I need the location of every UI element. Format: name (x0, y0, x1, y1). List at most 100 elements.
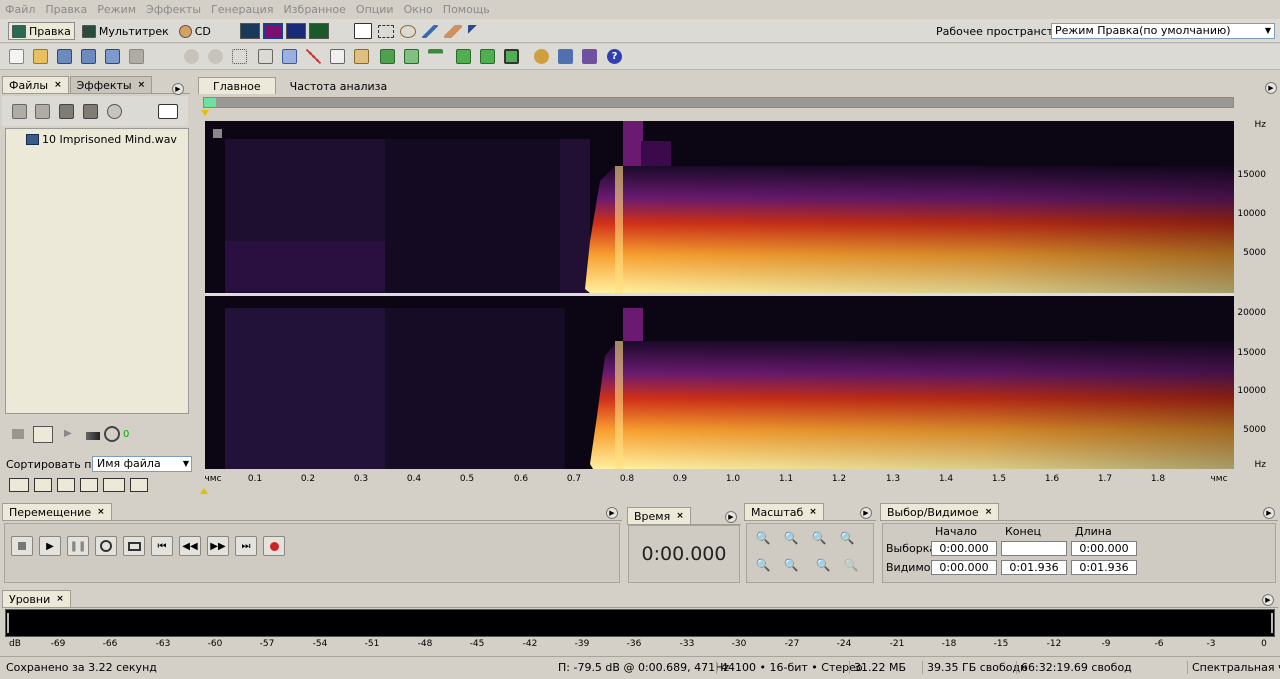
settings-icon[interactable] (534, 49, 549, 64)
autoplay-icon[interactable] (107, 104, 122, 119)
tab-levels[interactable]: Уровни × (2, 590, 71, 607)
menu-edit[interactable]: Правка (40, 3, 92, 16)
go-end-button[interactable]: ⏭ (235, 536, 257, 556)
redo-icon[interactable] (208, 49, 223, 64)
insert-multitrack-icon[interactable] (59, 104, 74, 119)
spectrogram[interactable] (205, 121, 1234, 469)
tab-files[interactable]: Файлы × (2, 76, 69, 93)
play-preview-icon[interactable]: ▶ (64, 428, 72, 439)
help-icon[interactable]: ? (607, 49, 622, 64)
close-icon[interactable]: × (809, 507, 817, 517)
visible-end-field[interactable]: 0:01.936 (1001, 560, 1067, 575)
close-icon[interactable]: × (985, 507, 993, 517)
go-start-button[interactable]: ⏮ (151, 536, 173, 556)
tab-time[interactable]: Время × (627, 507, 691, 524)
snap-icon[interactable] (404, 49, 419, 64)
filter-cd-icon[interactable] (130, 478, 148, 492)
save-all-icon[interactable] (105, 49, 120, 64)
zoom-right-edge-icon[interactable]: 🔍 (781, 556, 801, 574)
mix-paste-icon[interactable] (380, 49, 395, 64)
panel-menu-icon[interactable]: ▶ (860, 507, 872, 519)
snap-markers-icon[interactable] (504, 49, 519, 64)
brush-tool-icon[interactable] (422, 24, 438, 38)
filter-audio-icon[interactable] (9, 478, 29, 492)
zero-cross-icon[interactable] (456, 49, 471, 64)
list-item[interactable]: 10 Imprisoned Mind.wav (26, 133, 177, 146)
menu-generate[interactable]: Генерация (206, 3, 278, 16)
tab-zoom[interactable]: Масштаб × (744, 503, 824, 520)
zoom-out-horizontal-icon[interactable]: 🔍 (781, 529, 801, 547)
tab-transport[interactable]: Перемещение × (2, 503, 112, 520)
insert-cd-icon[interactable] (83, 104, 98, 119)
crop-icon[interactable] (258, 49, 273, 64)
metronome-icon[interactable] (582, 49, 597, 64)
selection-end-field[interactable] (1001, 541, 1067, 556)
channel-right[interactable] (205, 296, 1234, 469)
close-icon[interactable]: × (676, 511, 684, 521)
tab-selection[interactable]: Выбор/Видимое × (880, 503, 1000, 520)
workspace-select[interactable]: Режим Правка(по умолчанию) (1051, 23, 1275, 39)
menu-mode[interactable]: Режим (92, 3, 141, 16)
panel-menu-icon[interactable]: ▶ (606, 507, 618, 519)
scrub-tool-icon[interactable] (468, 24, 484, 38)
play-to-end-button[interactable] (95, 536, 117, 556)
selection-start-field[interactable]: 0:00.000 (931, 541, 997, 556)
time-selection-tool-icon[interactable] (354, 23, 372, 39)
full-path-icon[interactable] (158, 104, 178, 119)
overview-thumb[interactable] (204, 98, 216, 107)
visible-length-field[interactable]: 0:01.936 (1071, 560, 1137, 575)
selection-length-field[interactable]: 0:00.000 (1071, 541, 1137, 556)
speaker-icon[interactable] (12, 429, 24, 439)
spectral-view-icon[interactable] (263, 23, 283, 39)
multitrack-mode-button[interactable]: Мультитрек (79, 22, 172, 40)
tab-main[interactable]: Главное (198, 77, 276, 94)
speaker-settings-icon[interactable] (558, 49, 573, 64)
panel-menu-icon[interactable]: ▶ (1262, 594, 1274, 606)
menu-options[interactable]: Опции (351, 3, 399, 16)
pause-button[interactable]: ❚❚ (67, 536, 89, 556)
clip-indicator-left[interactable] (7, 613, 9, 633)
phase-view-icon[interactable] (309, 23, 329, 39)
bridge-icon[interactable] (129, 49, 144, 64)
snap-ruler-icon[interactable] (480, 49, 495, 64)
cut-icon[interactable] (306, 49, 321, 64)
overview-bar[interactable] (203, 97, 1234, 108)
save-as-icon[interactable] (81, 49, 96, 64)
zoom-left-edge-icon[interactable]: 🔍 (753, 556, 773, 574)
loop-icon[interactable] (33, 426, 53, 443)
import-file-icon[interactable] (12, 104, 27, 119)
sort-select[interactable]: Имя файла (92, 456, 192, 472)
healing-brush-icon[interactable] (444, 24, 462, 38)
close-icon[interactable]: × (56, 594, 64, 604)
save-icon[interactable] (57, 49, 72, 64)
cd-mode-button[interactable]: CD (176, 22, 214, 40)
filter-video-icon[interactable] (80, 478, 98, 492)
menu-effects[interactable]: Эффекты (141, 3, 206, 16)
cti-marker-icon[interactable] (201, 110, 209, 116)
panel-menu-icon[interactable]: ▶ (1265, 82, 1277, 94)
zoom-selection-icon[interactable]: 🔍 (837, 529, 857, 547)
channel-left[interactable] (205, 121, 1234, 293)
filter-midi-icon[interactable] (57, 478, 75, 492)
volume-knob-icon[interactable] (104, 426, 120, 442)
paste-icon[interactable] (354, 49, 369, 64)
loop-button[interactable] (123, 536, 145, 556)
close-icon[interactable]: × (54, 80, 62, 90)
open-file-icon[interactable] (33, 49, 48, 64)
pan-view-icon[interactable] (286, 23, 306, 39)
filter-loop-icon[interactable] (34, 478, 52, 492)
filter-icon[interactable] (428, 49, 443, 64)
channel-toggle-icon[interactable] (213, 129, 222, 138)
panel-menu-icon[interactable]: ▶ (172, 83, 184, 95)
close-icon[interactable]: × (138, 80, 146, 90)
menu-window[interactable]: Окно (399, 3, 438, 16)
new-file-icon[interactable] (9, 49, 24, 64)
zoom-full-icon[interactable]: 🔍 (809, 529, 829, 547)
forward-button[interactable]: ▶▶ (207, 536, 229, 556)
menu-file[interactable]: Файл (0, 3, 40, 16)
zoom-in-vertical-icon[interactable]: 🔍 (813, 556, 833, 574)
undo-icon[interactable] (184, 49, 199, 64)
clip-indicator-right[interactable] (1271, 613, 1273, 633)
play-button[interactable]: ▶ (39, 536, 61, 556)
repeat-icon[interactable] (232, 49, 247, 64)
